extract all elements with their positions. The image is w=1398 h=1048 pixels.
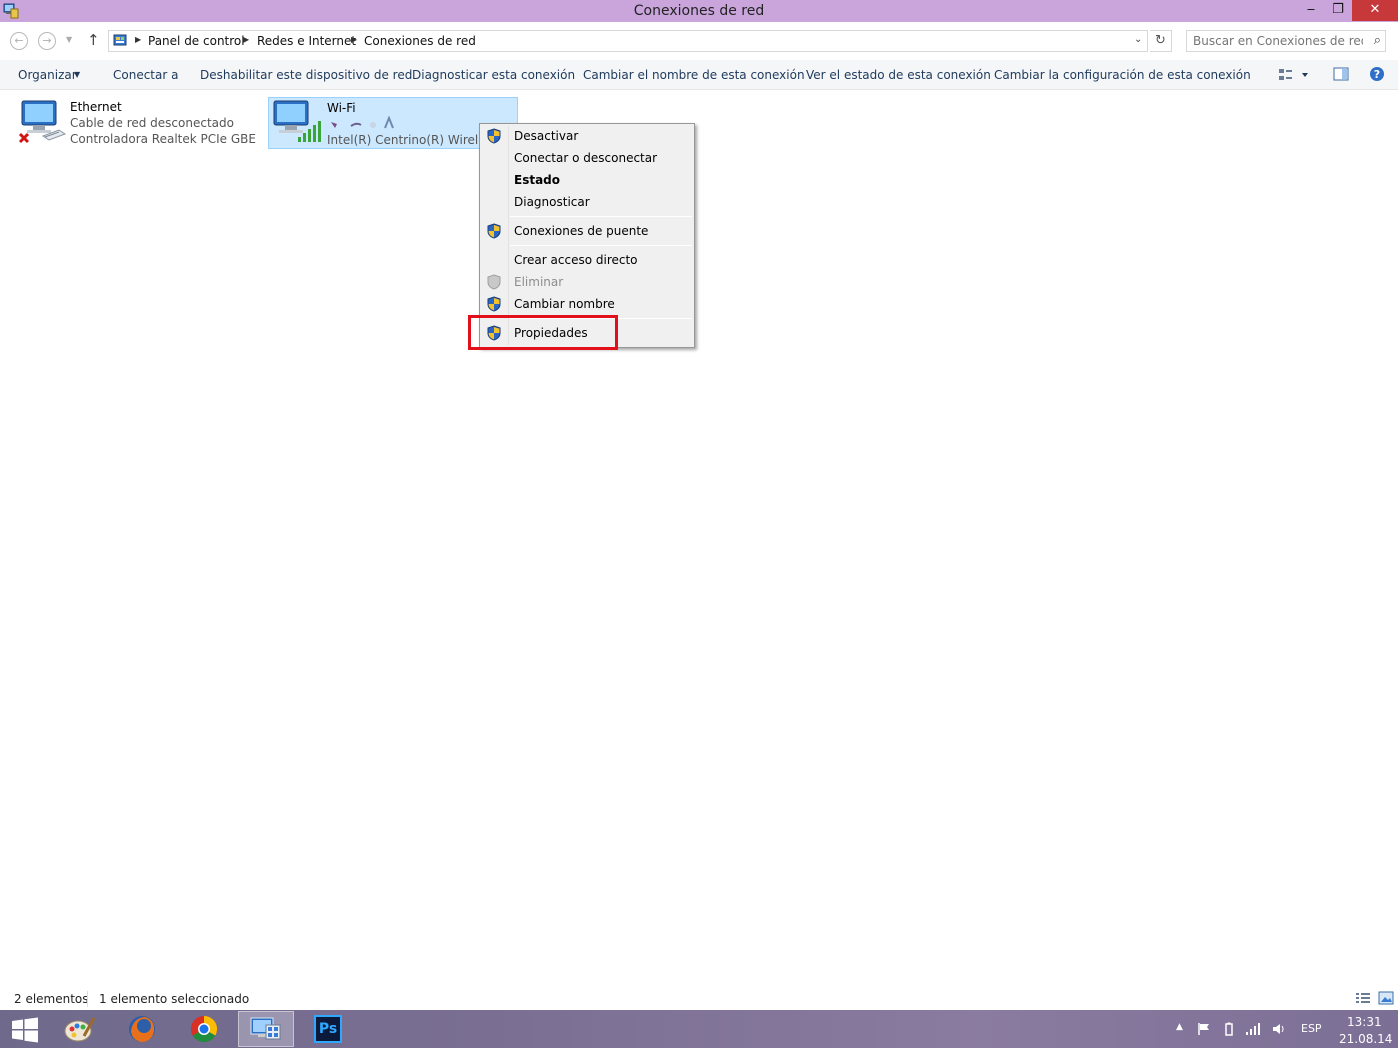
ssid-scribble — [331, 116, 394, 129]
view-status-button[interactable]: Ver el estado de esta conexión — [806, 68, 991, 82]
status-divider — [87, 991, 88, 1007]
back-button[interactable]: ← — [10, 32, 28, 50]
start-button[interactable] — [0, 1011, 50, 1047]
help-icon[interactable]: ? — [1369, 66, 1385, 82]
uac-shield-icon — [487, 223, 501, 239]
change-settings-button[interactable]: Cambiar la configuración de esta conexió… — [994, 68, 1251, 82]
details-view-icon[interactable] — [1355, 991, 1371, 1005]
power-icon[interactable] — [1222, 1022, 1236, 1036]
menu-separator — [510, 245, 692, 246]
menu-item-label: Estado — [514, 173, 561, 187]
menu-item-label: Desactivar — [514, 129, 579, 143]
show-hidden-icons[interactable]: ▲ — [1176, 1022, 1183, 1032]
breadcrumb-redes-e-internet[interactable]: Redes e Internet — [257, 34, 356, 48]
taskbar-photoshop-button[interactable]: Ps — [300, 1011, 356, 1047]
menu-item-label: Eliminar — [514, 275, 564, 289]
menu-item-label: Conectar o desconectar — [514, 151, 658, 165]
taskbar-paint-button[interactable] — [52, 1011, 108, 1047]
menu-item-estado[interactable]: Estado — [480, 169, 694, 191]
disable-device-button[interactable]: Deshabilitar este dispositivo de red — [200, 68, 412, 82]
recent-locations-dropdown[interactable]: ▼ — [66, 35, 72, 44]
search-icon[interactable]: ⌕ — [1374, 33, 1381, 48]
window-title: Conexiones de red — [633, 3, 765, 19]
menu-item-eliminar: Eliminar — [480, 271, 694, 293]
connection-name: Ethernet — [70, 100, 122, 114]
menu-item-label: Cambiar nombre — [514, 297, 615, 311]
action-center-flag-icon[interactable] — [1197, 1022, 1211, 1036]
start-icon — [12, 1017, 38, 1043]
rename-connection-button[interactable]: Cambiar el nombre de esta conexión — [583, 68, 805, 82]
maximize-button[interactable]: ❐ — [1325, 0, 1351, 21]
svg-text:?: ? — [1374, 68, 1380, 81]
connection-name: Wi-Fi — [327, 101, 356, 115]
wifi-signal-icon[interactable] — [1245, 1022, 1261, 1036]
minimize-button[interactable]: ‒ — [1298, 0, 1324, 21]
search-box[interactable]: ⌕ — [1186, 30, 1386, 52]
chrome-icon — [190, 1015, 218, 1043]
uac-shield-icon — [487, 296, 501, 312]
preview-pane-icon[interactable] — [1333, 66, 1349, 82]
menu-item-diagnosticar[interactable]: Diagnosticar — [480, 191, 694, 213]
uac-shield-icon — [487, 274, 501, 290]
search-input[interactable] — [1193, 34, 1363, 48]
chevron-right-icon[interactable]: ▶ — [351, 35, 357, 44]
connection-status: Cable de red desconectado — [70, 116, 234, 130]
title-bar: Conexiones de red ‒ ❐ ✕ — [0, 0, 1398, 22]
breadcrumb-conexiones-de-red[interactable]: Conexiones de red — [364, 34, 476, 48]
change-view-icon[interactable] — [1278, 66, 1308, 84]
clock-date[interactable]: 21.08.14 — [1339, 1032, 1392, 1046]
chevron-down-icon[interactable]: ▼ — [74, 70, 80, 79]
chevron-right-icon[interactable]: ▶ — [243, 35, 249, 44]
firefox-icon — [129, 1016, 155, 1042]
close-button[interactable]: ✕ — [1352, 0, 1398, 21]
item-count: 2 elementos — [14, 992, 89, 1006]
menu-item-desactivar[interactable]: Desactivar — [480, 125, 694, 147]
command-bar: Organizar ▼ Conectar a Deshabilitar este… — [0, 60, 1398, 90]
address-bar[interactable]: ▶ Panel de control ▶ Redes e Internet ▶ … — [108, 30, 1148, 52]
organize-button[interactable]: Organizar — [18, 68, 77, 82]
up-button[interactable]: ↑ — [87, 31, 100, 49]
menu-item-label: Diagnosticar — [514, 195, 590, 209]
menu-item-label: Conexiones de puente — [514, 224, 649, 238]
chevron-down-icon[interactable]: ⌄ — [1134, 34, 1142, 45]
wifi-adapter-icon — [273, 100, 321, 142]
address-row: ← → ▼ ↑ ▶ Panel de control ▶ Redes e Int… — [0, 22, 1398, 60]
menu-item-conexiones-de-puente[interactable]: Conexiones de puente — [480, 220, 694, 242]
language-indicator[interactable]: ESP — [1301, 1022, 1322, 1035]
connect-to-button[interactable]: Conectar a — [113, 68, 178, 82]
diagnose-connection-button[interactable]: Diagnosticar esta conexión — [412, 68, 575, 82]
volume-icon[interactable] — [1271, 1022, 1285, 1036]
breadcrumb-panel-de-control[interactable]: Panel de control — [148, 34, 245, 48]
menu-separator — [510, 216, 692, 217]
taskbar: Ps ▲ ESP 13:31 21.08.14 — [0, 1010, 1398, 1048]
paint-icon — [64, 1017, 96, 1042]
clock-time[interactable]: 13:31 — [1347, 1015, 1382, 1029]
chevron-right-icon[interactable]: ▶ — [135, 35, 141, 44]
menu-item-conectar-o-desconectar[interactable]: Conectar o desconectar — [480, 147, 694, 169]
status-bar: 2 elementos 1 elemento seleccionado — [0, 988, 1398, 1010]
taskbar-firefox-button[interactable] — [114, 1011, 170, 1047]
taskbar-chrome-button[interactable] — [176, 1011, 232, 1047]
connection-item-ethernet[interactable]: Ethernet Cable de red desconectado Contr… — [12, 97, 262, 149]
selection-count: 1 elemento seleccionado — [99, 992, 250, 1006]
menu-item-cambiar-nombre[interactable]: Cambiar nombre — [480, 293, 694, 315]
ethernet-adapter-icon — [18, 100, 67, 144]
connection-device: Controladora Realtek PCIe GBE Fa... — [70, 132, 260, 146]
large-icons-view-icon[interactable] — [1378, 991, 1394, 1005]
refresh-button[interactable]: ↻ — [1150, 30, 1172, 52]
menu-item-label: Crear acceso directo — [514, 253, 638, 267]
highlight-annotation — [468, 315, 618, 350]
network-connections-icon — [250, 1017, 281, 1040]
photoshop-icon: Ps — [314, 1015, 342, 1043]
menu-item-crear-acceso-directo[interactable]: Crear acceso directo — [480, 249, 694, 271]
control-panel-icon — [113, 34, 127, 46]
taskbar-network-connections-button[interactable] — [238, 1011, 294, 1047]
forward-button[interactable]: → — [38, 32, 56, 50]
uac-shield-icon — [487, 128, 501, 144]
